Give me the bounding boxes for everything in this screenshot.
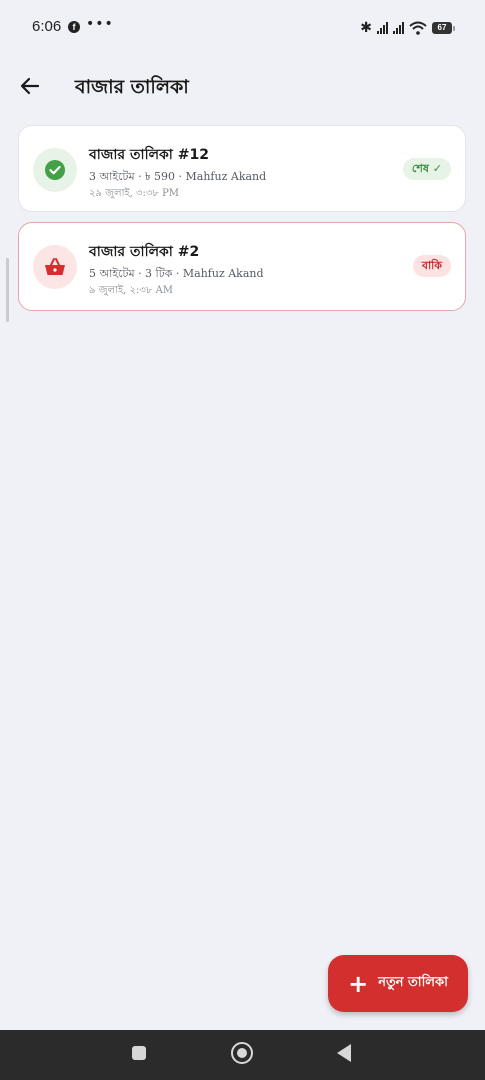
page-title: বাজার তালিকা bbox=[75, 76, 189, 98]
check-circle-icon bbox=[45, 160, 65, 180]
bluetooth-icon: ✱ bbox=[360, 20, 372, 36]
battery-icon: 67 bbox=[432, 22, 455, 34]
status-badge: বাকি bbox=[412, 255, 451, 277]
signal-icon bbox=[393, 22, 404, 34]
more-dots-icon: ••• bbox=[86, 16, 114, 32]
status-badge: শেষ ✓ bbox=[402, 158, 451, 180]
system-nav-bar bbox=[0, 1030, 485, 1080]
new-list-button[interactable]: + নতুন তালিকা bbox=[328, 955, 468, 1012]
scroll-indicator bbox=[6, 258, 9, 322]
shopping-basket-icon bbox=[45, 258, 65, 275]
arrow-left-icon[interactable] bbox=[16, 72, 44, 100]
list-card[interactable]: বাজার তালিকা #12 3 আইটেম · ৳ 590 · Mahfu… bbox=[18, 125, 466, 212]
plus-icon: + bbox=[348, 969, 369, 998]
list-title: বাজার তালিকা #2 bbox=[89, 244, 200, 260]
home-circle-icon[interactable] bbox=[231, 1042, 253, 1064]
wifi-icon bbox=[409, 21, 427, 35]
list-card[interactable]: বাজার তালিকা #2 5 আইটেম · 3 টিক · Mahfuz… bbox=[18, 222, 466, 311]
back-triangle-icon[interactable] bbox=[337, 1044, 351, 1062]
list-status-icon bbox=[33, 148, 77, 192]
status-time: 6:06 bbox=[32, 18, 62, 35]
battery-level: 67 bbox=[432, 22, 452, 34]
new-list-label: নতুন তালিকা bbox=[378, 975, 448, 990]
list-date: ২৯ জুলাই, ৩:৩৮ PM bbox=[89, 188, 180, 199]
list-meta: 3 আইটেম · ৳ 590 · Mahfuz Akand bbox=[89, 170, 267, 183]
facebook-icon: f bbox=[68, 21, 80, 33]
status-bar: 6:06 f ••• ✱ 67 bbox=[0, 0, 485, 56]
list-title: বাজার তালিকা #12 bbox=[89, 147, 209, 163]
list-date: ৯ জুলাই, ২:৩৮ AM bbox=[89, 285, 174, 296]
signal-icon bbox=[377, 22, 388, 34]
recents-square-icon[interactable] bbox=[132, 1046, 146, 1060]
list-status-icon bbox=[33, 245, 77, 289]
status-indicators: ✱ 67 bbox=[360, 19, 455, 37]
list-meta: 5 আইটেম · 3 টিক · Mahfuz Akand bbox=[89, 267, 264, 280]
